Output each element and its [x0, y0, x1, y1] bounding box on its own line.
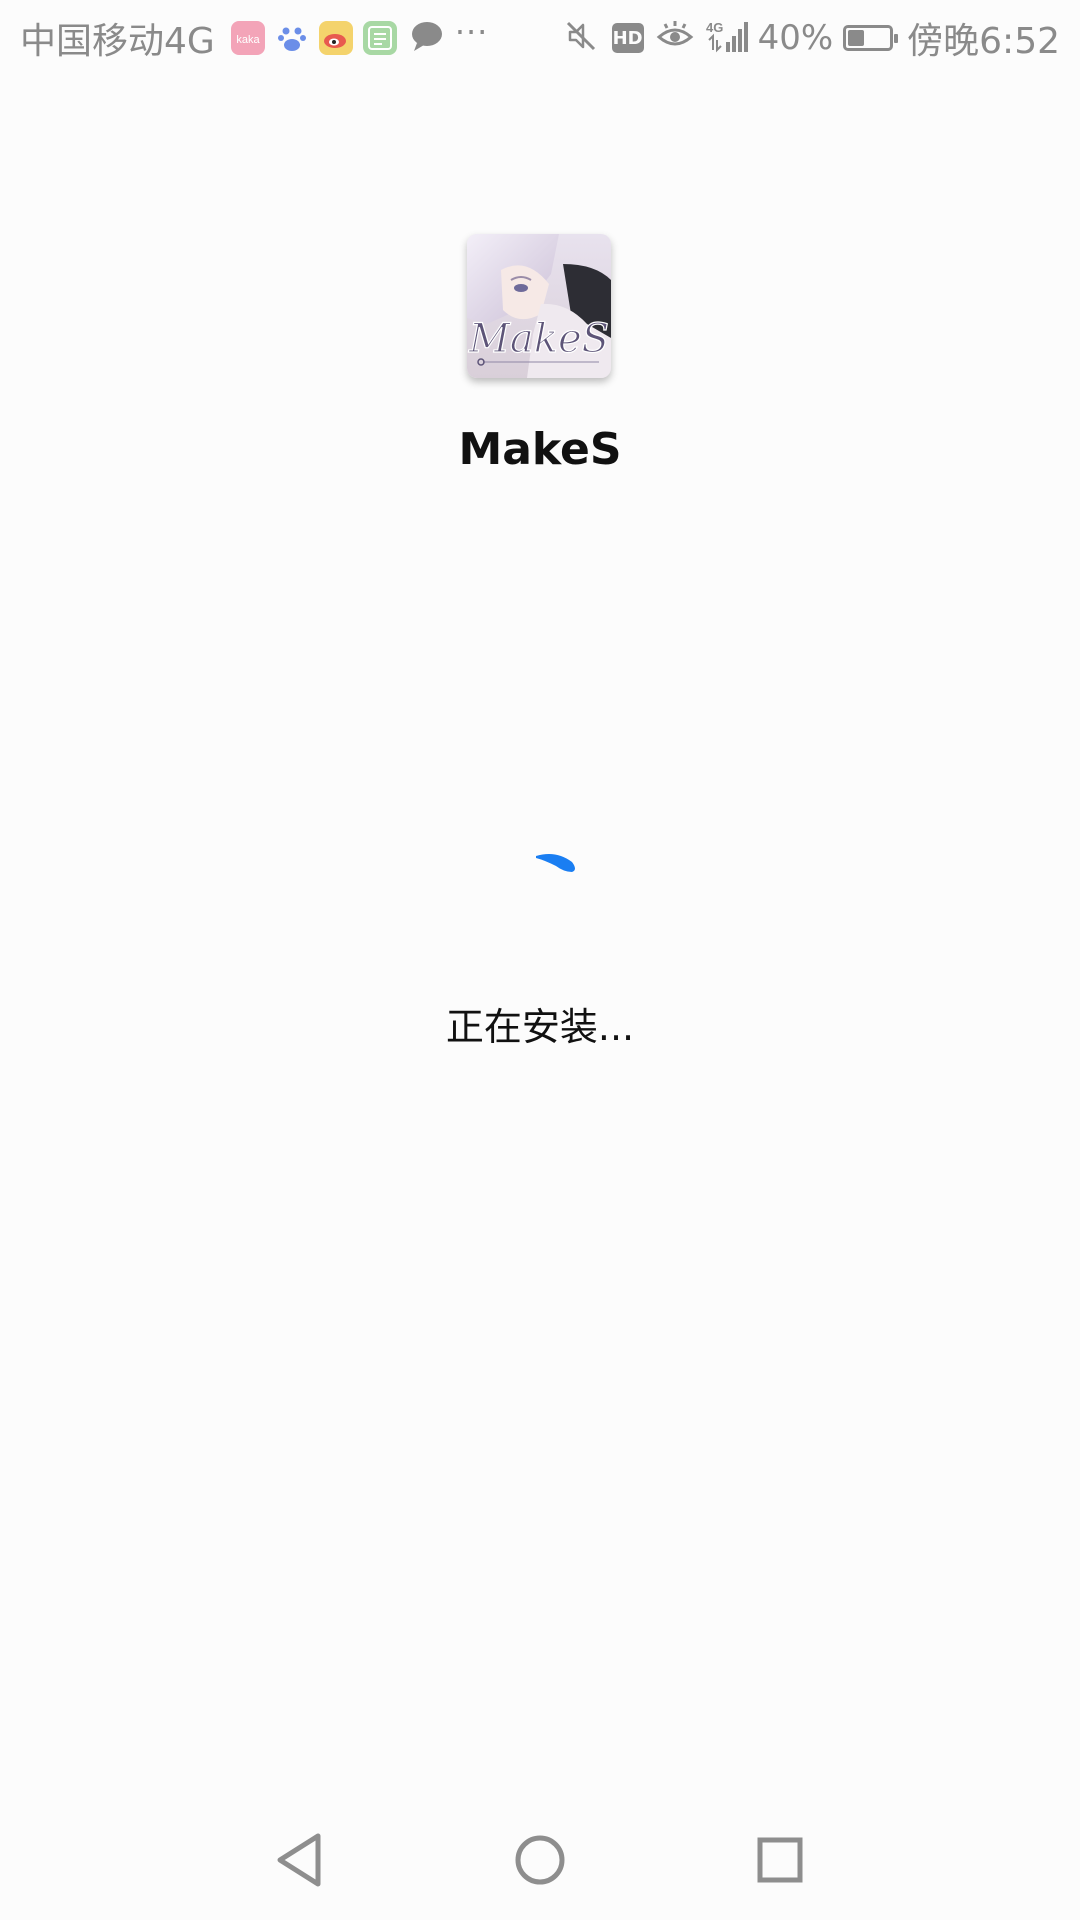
home-circle-icon — [515, 1835, 565, 1885]
nav-recents-button[interactable] — [740, 1820, 820, 1900]
back-triangle-icon — [277, 1833, 321, 1887]
status-left: 中国移动4G kaka ··· — [20, 12, 488, 64]
qutoutiao-icon — [362, 21, 397, 55]
nav-home-button[interactable] — [500, 1820, 580, 1900]
baidu-paw-icon — [275, 21, 309, 55]
app-name: MakeS — [458, 424, 622, 475]
navigation-bar — [0, 1800, 1080, 1920]
loading-spinner-icon — [520, 830, 600, 910]
weibo-icon — [318, 21, 353, 55]
nav-back-button[interactable] — [260, 1820, 340, 1900]
mute-icon — [564, 19, 598, 57]
signal-icon: 4G — [706, 18, 752, 58]
kaka-app-icon: kaka — [230, 21, 265, 55]
message-bubble-icon — [409, 19, 445, 57]
recents-square-icon — [757, 1837, 803, 1883]
battery-level-fill — [848, 30, 865, 46]
battery-percent: 40% — [757, 18, 834, 58]
carrier-label: 中国移动4G — [20, 21, 215, 62]
install-status-text: 正在安装... — [445, 1005, 635, 1049]
app-icon: MakeS — [467, 234, 611, 378]
svg-text:kaka: kaka — [236, 34, 260, 46]
status-bar: 中国移动4G kaka ··· HD 4G 40% 傍晚6:52 — [0, 0, 1080, 76]
more-notifications-indicator: ··· — [454, 13, 489, 51]
battery-icon — [843, 25, 899, 51]
install-screen: 中国移动4G kaka ··· HD 4G 40% 傍晚6:52 MakeS M… — [0, 0, 1080, 1920]
hd-icon: HD — [611, 23, 644, 53]
network-type-label: 4G — [706, 20, 723, 35]
svg-text:MakeS: MakeS — [468, 316, 609, 362]
eye-protection-icon — [656, 19, 694, 57]
status-right: HD 4G 40% 傍晚6:52 — [552, 12, 1060, 64]
clock: 傍晚6:52 — [907, 21, 1060, 62]
